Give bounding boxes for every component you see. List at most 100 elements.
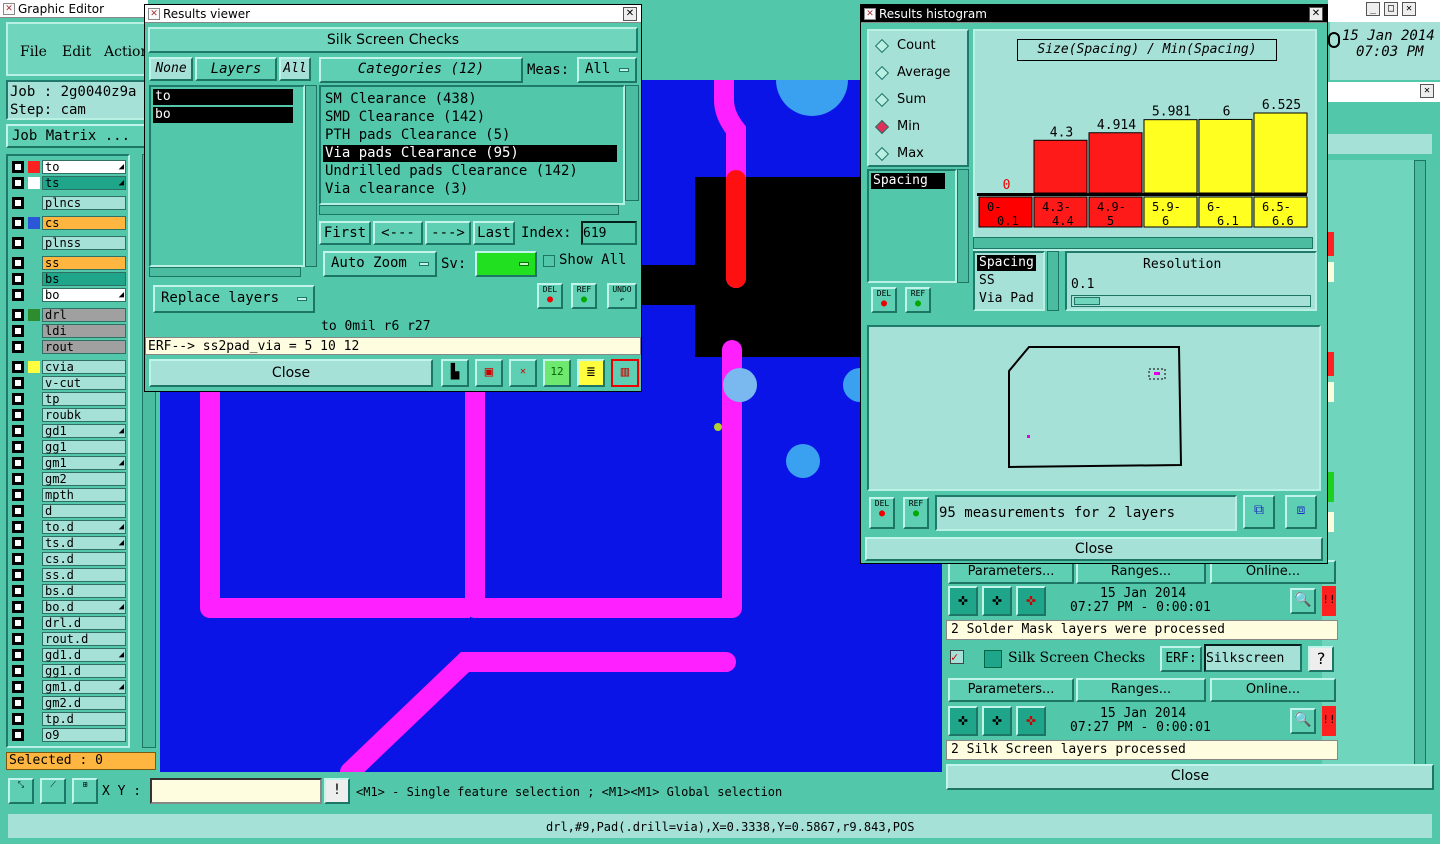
layer-color-swatch[interactable] bbox=[28, 681, 40, 693]
layer-checkbox[interactable] bbox=[12, 377, 24, 389]
layer-color-swatch[interactable] bbox=[28, 393, 40, 405]
layer-checkbox[interactable] bbox=[12, 177, 24, 189]
layer-color-swatch[interactable] bbox=[28, 633, 40, 645]
category-item[interactable]: Undrilled pads Clearance (142) bbox=[323, 163, 617, 180]
layer-checkbox[interactable] bbox=[12, 237, 24, 249]
layer-color-swatch[interactable] bbox=[28, 341, 40, 353]
rv-layer-scrollbar[interactable] bbox=[305, 85, 317, 267]
layer-row-v-cut[interactable]: v-cut bbox=[12, 376, 126, 390]
layer-color-swatch[interactable] bbox=[28, 161, 40, 173]
histogram-bar[interactable] bbox=[1198, 118, 1253, 194]
layer-checkbox[interactable] bbox=[12, 489, 24, 501]
layer-row-cvia[interactable]: cvia bbox=[12, 360, 126, 374]
layer-color-swatch[interactable] bbox=[28, 273, 40, 285]
histogram-bar[interactable] bbox=[1253, 112, 1308, 194]
del-button[interactable]: DEL ● bbox=[537, 283, 563, 309]
layer-row-tp[interactable]: tp bbox=[12, 392, 126, 406]
online-button[interactable]: Online... bbox=[1210, 678, 1336, 702]
parameters-button[interactable]: Parameters... bbox=[948, 678, 1074, 702]
run-stop-icon[interactable]: ✜ bbox=[1016, 586, 1046, 616]
layer-row-gm2-d[interactable]: gm2.d bbox=[12, 696, 126, 710]
resolution-slider[interactable] bbox=[1071, 295, 1311, 307]
ref-cross-icon[interactable]: ✕ bbox=[509, 359, 537, 387]
layer-row-roubk[interactable]: roubk bbox=[12, 408, 126, 422]
layer-row-plnss[interactable]: plnss bbox=[12, 236, 126, 250]
layer-checkbox[interactable] bbox=[12, 425, 24, 437]
layer-row-bo[interactable]: bo ◢ bbox=[12, 288, 126, 302]
layer-row-gm1[interactable]: gm1 ◢ bbox=[12, 456, 126, 470]
layer-checkbox[interactable] bbox=[12, 697, 24, 709]
radio-diamond-icon[interactable] bbox=[874, 119, 890, 135]
hist-del-button-2[interactable]: DEL ● bbox=[869, 497, 895, 529]
layer-checkbox[interactable] bbox=[12, 649, 24, 661]
layer-row-gg1[interactable]: gg1 bbox=[12, 440, 126, 454]
layer-color-swatch[interactable] bbox=[28, 237, 40, 249]
layer-checkbox[interactable] bbox=[12, 665, 24, 677]
histogram-titlebar[interactable]: ✕ Results histogram ✕ bbox=[861, 5, 1327, 23]
layer-color-swatch[interactable] bbox=[28, 325, 40, 337]
histogram-icon[interactable]: ▥ bbox=[611, 359, 639, 387]
layer-row-gg1-d[interactable]: gg1.d bbox=[12, 664, 126, 678]
checklist-close-button[interactable]: Close bbox=[946, 764, 1434, 790]
layer-checkbox[interactable] bbox=[12, 257, 24, 269]
last-button[interactable]: Last bbox=[473, 221, 515, 245]
layer-item-to[interactable]: to bbox=[153, 89, 293, 105]
layer-row-mpth[interactable]: mpth bbox=[12, 488, 126, 502]
layer-color-swatch[interactable] bbox=[28, 441, 40, 453]
help-button[interactable]: ? bbox=[1308, 646, 1334, 672]
layer-row-ss[interactable]: ss bbox=[12, 256, 126, 270]
layer-color-swatch[interactable] bbox=[28, 617, 40, 629]
layer-checkbox[interactable] bbox=[12, 217, 24, 229]
rv-close-button[interactable]: Close bbox=[149, 359, 433, 387]
layer-color-swatch[interactable] bbox=[28, 309, 40, 321]
run-icon[interactable]: ✜ bbox=[948, 706, 978, 736]
layer-color-swatch[interactable] bbox=[28, 425, 40, 437]
layer-color-swatch[interactable] bbox=[28, 457, 40, 469]
layer-item-bo[interactable]: bo bbox=[153, 107, 293, 123]
layer-color-swatch[interactable] bbox=[28, 649, 40, 661]
histogram-bar[interactable] bbox=[1033, 139, 1088, 194]
layer-color-swatch[interactable] bbox=[28, 713, 40, 725]
replace-layers-dropdown[interactable]: Replace layers bbox=[153, 285, 315, 313]
layer-color-swatch[interactable] bbox=[28, 361, 40, 373]
notes-icon[interactable]: ≣ bbox=[577, 359, 605, 387]
stat-option-count[interactable]: Count bbox=[873, 37, 965, 57]
prev-button[interactable]: <--- bbox=[373, 221, 423, 245]
undo-button[interactable]: UNDO ↶ bbox=[607, 283, 637, 309]
layer-color-swatch[interactable] bbox=[28, 257, 40, 269]
layer-checkbox[interactable] bbox=[12, 713, 24, 725]
layer-color-swatch[interactable] bbox=[28, 521, 40, 533]
xy-input[interactable] bbox=[150, 778, 322, 804]
layer-checkbox[interactable] bbox=[12, 361, 24, 373]
layer-row-drl-d[interactable]: drl.d bbox=[12, 616, 126, 630]
categories-hscrollbar[interactable] bbox=[319, 205, 619, 215]
layer-checkbox[interactable] bbox=[12, 393, 24, 405]
layer-row-ldi[interactable]: ldi bbox=[12, 324, 126, 338]
layer-row-gm1-d[interactable]: gm1.d ◢ bbox=[12, 680, 126, 694]
results-viewer-titlebar[interactable]: ✕ Results viewer ✕ bbox=[145, 5, 641, 23]
layer-checkbox[interactable] bbox=[12, 521, 24, 533]
close-icon[interactable]: ✕ bbox=[1309, 7, 1323, 21]
hist-ref-button[interactable]: REF ● bbox=[905, 287, 931, 313]
layer-checkbox[interactable] bbox=[12, 553, 24, 565]
stat-option-sum[interactable]: Sum bbox=[873, 91, 965, 111]
layer-row-rout[interactable]: rout bbox=[12, 340, 126, 354]
none-button[interactable]: None bbox=[149, 57, 193, 81]
layer-row-to[interactable]: to ◢ bbox=[12, 160, 126, 174]
all-button[interactable]: All bbox=[279, 57, 311, 81]
layer-row-ss-d[interactable]: ss.d bbox=[12, 568, 126, 582]
index-input[interactable] bbox=[581, 221, 637, 245]
radio-diamond-icon[interactable] bbox=[874, 146, 890, 162]
next-button[interactable]: ---> bbox=[425, 221, 471, 245]
layer-row-ts[interactable]: ts ◢ bbox=[12, 176, 126, 190]
layer-checkbox[interactable] bbox=[12, 505, 24, 517]
close-icon[interactable]: ✕ bbox=[1402, 2, 1416, 16]
erf-input[interactable] bbox=[1204, 644, 1302, 672]
warning-icon[interactable]: ! bbox=[324, 778, 350, 804]
snap-icon[interactable]: ⟋ bbox=[40, 778, 66, 804]
layer-checkbox[interactable] bbox=[12, 617, 24, 629]
resolution-slider-thumb[interactable] bbox=[1074, 297, 1100, 305]
layer-row-gm2[interactable]: gm2 bbox=[12, 472, 126, 486]
menu-action[interactable]: Action bbox=[104, 44, 150, 60]
check-enabled-box[interactable]: ✓ bbox=[950, 650, 964, 664]
